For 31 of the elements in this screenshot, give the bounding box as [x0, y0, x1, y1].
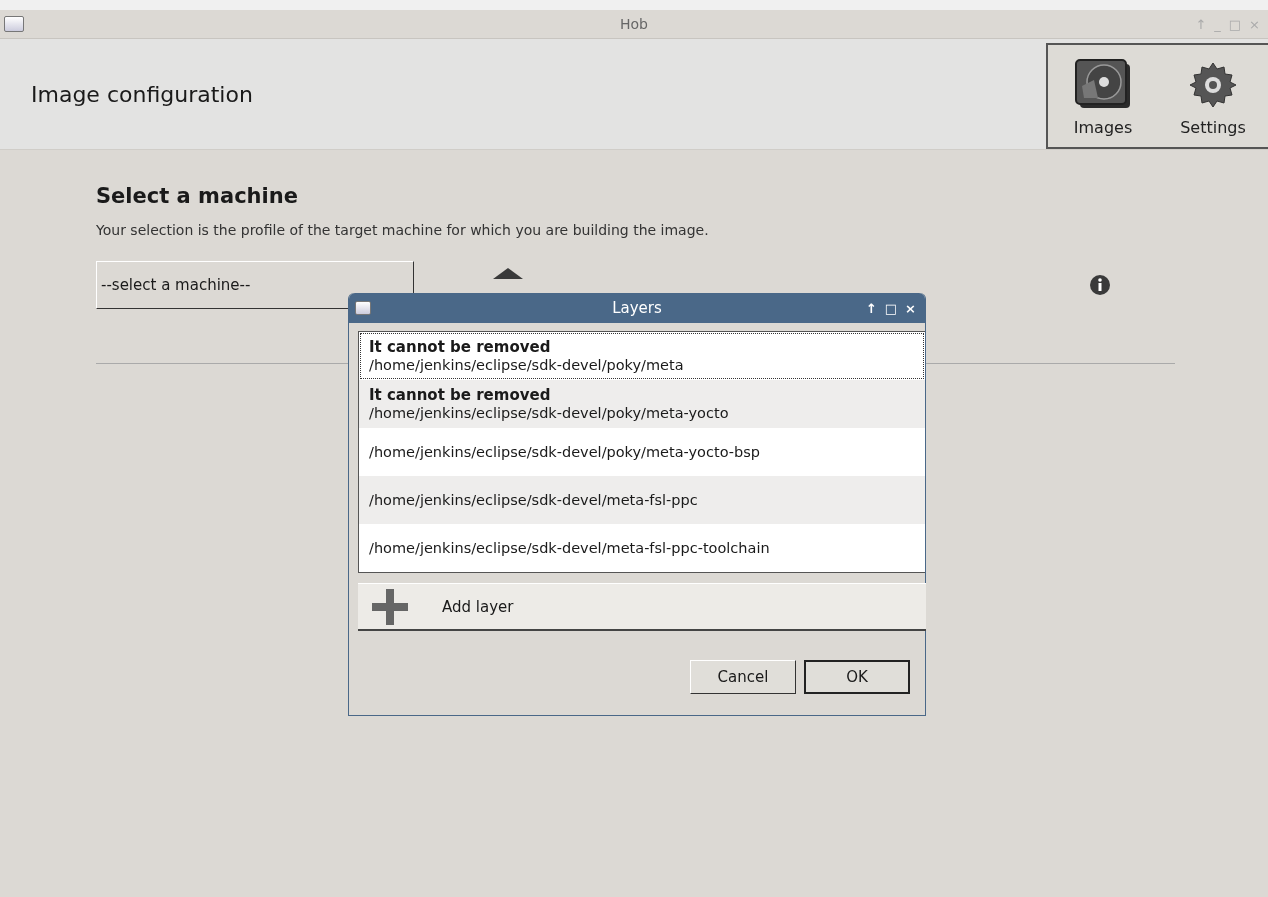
layer-note: It cannot be removed: [369, 338, 552, 356]
window-control[interactable]: ×: [904, 300, 917, 316]
add-layer-button[interactable]: Add layer: [358, 583, 926, 631]
machine-dropdown[interactable]: --select a machine--: [96, 261, 414, 309]
layer-row[interactable]: /home/jenkins/eclipse/sdk-devel/meta-fsl-ppc: [359, 476, 925, 524]
layer-path: /home/jenkins/eclipse/sdk-devel/poky/meta-yocto: [369, 403, 730, 422]
dialog-button[interactable]: OK: [804, 660, 910, 694]
layer-row[interactable]: It cannot be removed /home/jenkins/eclipse/sdk-devel/poky/meta-yocto: [359, 380, 925, 428]
page-title: Image configuration: [31, 81, 253, 107]
layer-path: /home/jenkins/eclipse/sdk-devel/poky/meta: [369, 355, 685, 374]
window-title: Hob: [620, 16, 648, 32]
layer-row[interactable]: It cannot be removed /home/jenkins/eclipse/sdk-devel/poky/meta: [359, 332, 925, 380]
hard-drive-icon: [1074, 58, 1132, 110]
window-control[interactable]: □: [883, 300, 899, 316]
layer-path: /home/jenkins/eclipse/sdk-devel/meta-fsl-ppc: [369, 491, 699, 509]
popup-pointer-icon: [493, 267, 523, 279]
section-description: Your selection is the profile of the target machine for which you are building the image.: [96, 222, 710, 238]
toolbar-button[interactable]: Images: [1048, 45, 1158, 147]
info-icon: [1090, 275, 1110, 295]
window-icon: [4, 16, 24, 32]
toolbar-button[interactable]: Settings: [1158, 45, 1268, 147]
layer-path: /home/jenkins/eclipse/sdk-devel/poky/meta-yocto-bsp: [369, 443, 761, 461]
dialog-title: Layers: [612, 299, 662, 317]
layer-path: /home/jenkins/eclipse/sdk-devel/meta-fsl-ppc-toolchain: [369, 539, 771, 557]
gear-icon: [1188, 60, 1238, 110]
layer-note: It cannot be removed: [369, 386, 552, 404]
plus-icon: [372, 588, 408, 625]
window-icon: [355, 301, 371, 315]
window-control[interactable]: ↑: [864, 300, 878, 316]
dialog-button[interactable]: Cancel: [690, 660, 796, 694]
section-heading: Select a machine: [96, 184, 299, 208]
